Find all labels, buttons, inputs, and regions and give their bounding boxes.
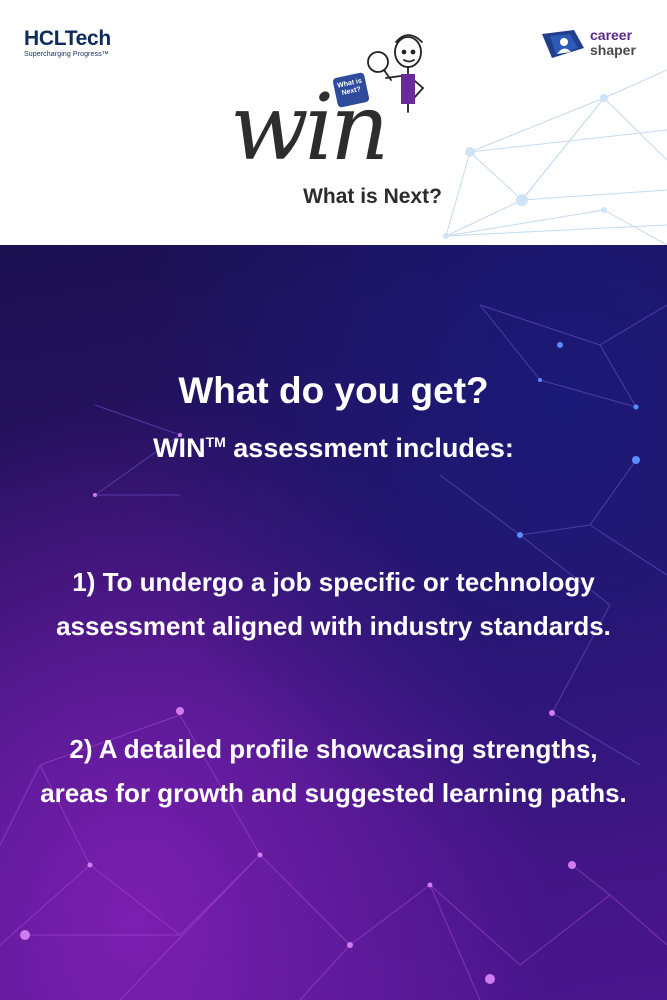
benefit-item-1: 1) To undergo a job specific or technolo… — [56, 567, 611, 641]
poster: HCLTech Supercharging Progress™ career s… — [0, 0, 667, 1000]
career-shaper-icon — [542, 30, 584, 58]
section-subheading: WINTM assessment includes: — [0, 433, 667, 464]
career-shaper-text: career shaper — [590, 28, 636, 58]
win-logo-title: win — [230, 74, 389, 181]
career-shaper-line2: shaper — [590, 42, 636, 58]
hcltech-logo: HCLTech Supercharging Progress™ — [24, 27, 111, 59]
section-heading: What do you get? — [178, 370, 489, 411]
header: HCLTech Supercharging Progress™ career s… — [0, 0, 667, 245]
subheading-suffix: assessment includes: — [225, 433, 514, 463]
win-logo-subtitle: What is Next? — [303, 185, 442, 208]
benefit-item-2: 2) A detailed profile showcasing strengt… — [40, 734, 627, 808]
hcltech-logo-tagline: Supercharging Progress™ — [24, 51, 109, 58]
career-shaper-line1: career — [590, 27, 633, 43]
hcltech-logo-name: HCLTech — [24, 27, 111, 50]
content-panel: What do you get? WINTM assessment includ… — [0, 245, 667, 1000]
trademark-mark: TM — [205, 434, 226, 450]
subheading-prefix: WIN — [153, 433, 206, 463]
